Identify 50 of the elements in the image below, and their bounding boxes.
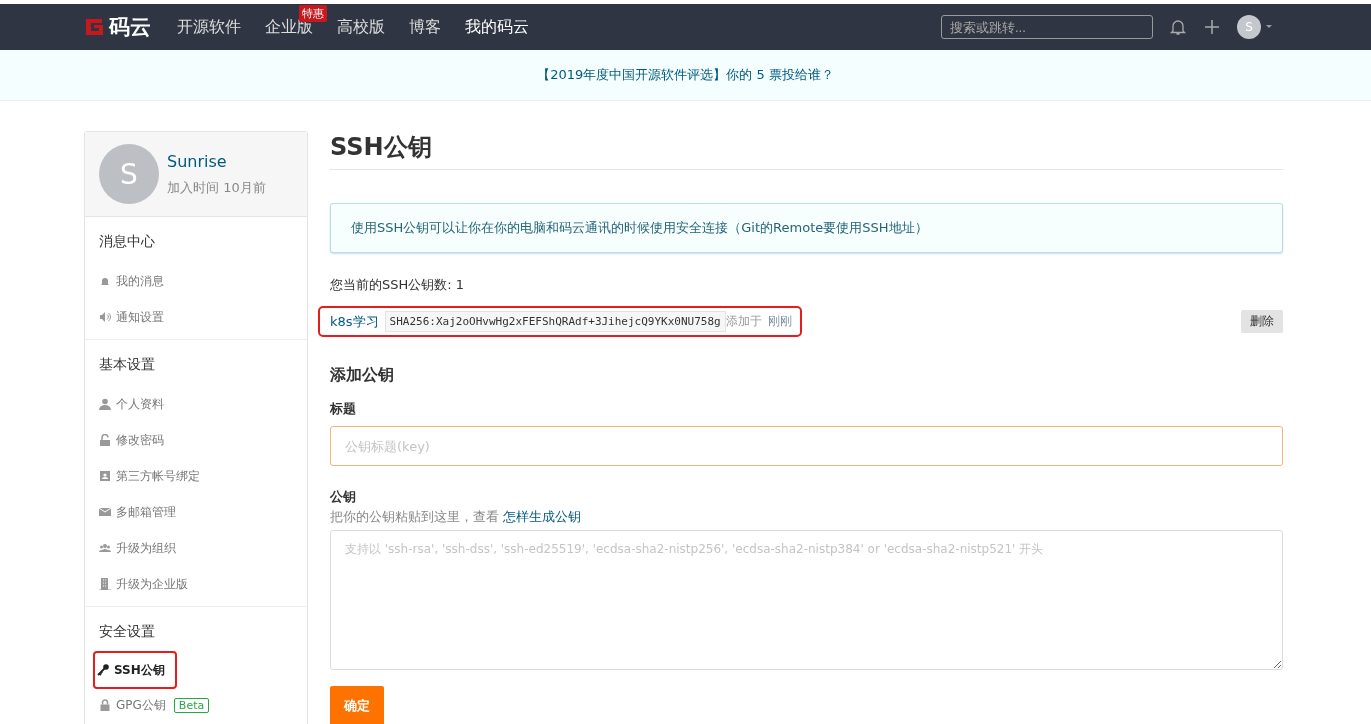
sidebar-item[interactable]: 第三方帐号绑定 (99, 458, 204, 494)
sidebar-item[interactable]: GPG公钥 Beta (99, 687, 214, 723)
plus-icon[interactable] (1203, 18, 1221, 36)
envelope-icon (99, 506, 111, 518)
promo-badge: 特惠 (299, 4, 327, 22)
hint-text: 把你的公钥粘贴到这里，查看 怎样生成公钥 (330, 508, 583, 526)
key-fingerprint: SHA256:Xaj2oOHvwHg2xFEFShQRAdf+3JihejcQ9YKx0NU758g (384, 311, 726, 332)
id-card-icon (99, 470, 111, 482)
field-label: 公钥 (330, 488, 357, 506)
user-icon (99, 398, 111, 410)
added-label: 添加于 (725, 313, 762, 330)
profile-name[interactable]: Sunrise (167, 151, 266, 171)
join-time: 加入时间 10月前 (167, 178, 266, 197)
sidebar-item[interactable]: 通知设置 (99, 299, 168, 335)
field-label: 标题 (330, 400, 357, 418)
building-icon (99, 578, 111, 590)
profile-avatar: S (99, 144, 159, 204)
logo-icon (84, 17, 106, 37)
key-title: k8s学习 (330, 312, 379, 331)
key-textarea[interactable]: 支持以 'ssh-rsa', 'ssh-dss', 'ssh-ed25519', 'ecdsa-sha2-nistp256', 'ecdsa-sha2-nistp384' or 'ecdsa-sha2-nistp521' 开头 (330, 530, 1283, 670)
sidebar-item[interactable]: 升级为企业版 (99, 566, 192, 602)
section-heading: 消息中心 (99, 233, 156, 251)
sidebar-item[interactable]: 个人资料 (99, 386, 168, 422)
lock-icon (99, 699, 111, 711)
logo-text[interactable]: 码云 (109, 13, 151, 41)
search-field[interactable]: 搜索或跳转... (941, 15, 1153, 39)
nav-link[interactable]: 博客 (397, 16, 453, 36)
unlock-icon (99, 434, 111, 446)
key-icon (97, 664, 109, 676)
sidebar-item[interactable]: 我的消息 (99, 263, 168, 299)
group-icon (99, 542, 111, 554)
key-count: 您当前的SSH公钥数: 1 (330, 276, 466, 294)
nav-link[interactable]: 开源软件 (165, 16, 253, 36)
info-message: 使用SSH公钥可以让你在你的电脑和码云通讯的时候使用安全连接（Git的Remote要使用SSH地址） (330, 203, 1283, 253)
sidebar-item[interactable]: 多邮箱管理 (99, 494, 180, 530)
speaker-icon (99, 311, 111, 323)
banner-link[interactable]: 【2019年度中国开源软件评选】你的 5 票投给谁？ (537, 66, 834, 84)
nav-link[interactable]: 高校版 (325, 16, 397, 36)
sidebar-item[interactable]: SSH公钥 (95, 653, 175, 687)
beta-badge: Beta (173, 697, 210, 713)
delete-button[interactable]: 删除 (1241, 310, 1283, 333)
sidebar-item[interactable]: 修改密码 (99, 422, 168, 458)
section-heading: 添加公钥 (330, 365, 395, 386)
section-heading: 安全设置 (99, 623, 156, 641)
sidebar-item[interactable]: 升级为组织 (99, 530, 180, 566)
section-heading: 基本设置 (99, 356, 156, 374)
help-link[interactable]: 怎样生成公钥 (503, 509, 582, 524)
page-title: SSH公钥 (330, 131, 1283, 170)
added-time: 刚刚 (767, 313, 792, 330)
nav-link[interactable]: 我的码云 (453, 16, 541, 36)
